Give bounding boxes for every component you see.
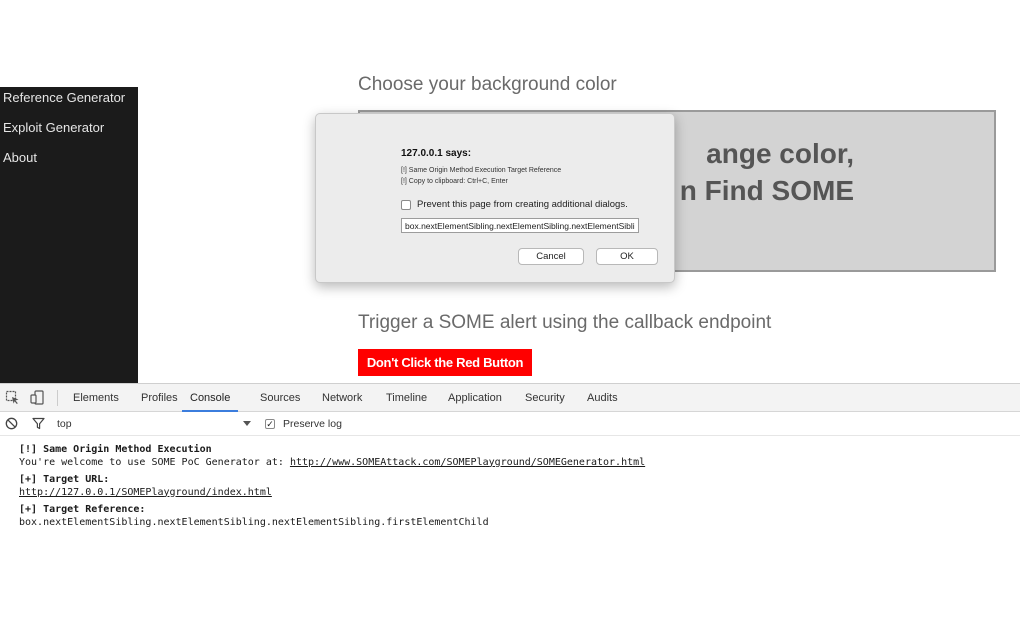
tab-profiles[interactable]: Profiles: [141, 384, 178, 412]
console-line: box.nextElementSibling.nextElementSiblin…: [19, 516, 489, 528]
console-line: [+] Target Reference:: [19, 504, 146, 515]
page-heading-container: Choose your background color: [358, 72, 688, 94]
inspect-element-icon[interactable]: [5, 390, 20, 405]
console-filter-bar: top ✓ Preserve log: [0, 412, 1020, 436]
chevron-down-icon[interactable]: [243, 421, 251, 426]
prevent-dialogs-label: Prevent this page from creating addition…: [417, 199, 628, 210]
browser-window: Reference Generator Exploit Generator Ab…: [0, 0, 1020, 638]
tab-sources[interactable]: Sources: [260, 384, 300, 412]
preserve-log-label: Preserve log: [283, 418, 342, 430]
context-selector[interactable]: top: [57, 418, 72, 430]
dialog-message-line-2: [!] Copy to clipboard: Ctrl+C, Enter: [401, 178, 508, 185]
devtools-toolbar: Elements Profiles Console Sources Networ…: [0, 384, 1020, 412]
filter-icon[interactable]: [32, 417, 45, 430]
alert-dialog: 127.0.0.1 says: [!] Same Origin Method E…: [315, 113, 675, 283]
tab-security[interactable]: Security: [525, 384, 565, 412]
tab-console[interactable]: Console: [182, 384, 239, 412]
preserve-log-checkbox[interactable]: ✓: [265, 419, 275, 429]
devtools-panel: Elements Profiles Console Sources Networ…: [0, 383, 1020, 638]
dialog-ok-button[interactable]: OK: [596, 248, 658, 265]
console-line: [+] Target URL:: [19, 474, 110, 485]
sidebar-item-reference-generator[interactable]: Reference Generator: [3, 90, 125, 105]
page-heading: Choose your background color: [358, 74, 617, 94]
clear-console-icon[interactable]: [5, 417, 18, 430]
tab-application[interactable]: Application: [448, 384, 502, 412]
target-url-link[interactable]: http://127.0.0.1/SOMEPlayground/index.ht…: [19, 487, 272, 498]
generator-link[interactable]: http://www.SOMEAttack.com/SOMEPlayground…: [290, 457, 645, 468]
device-mode-icon[interactable]: [30, 390, 45, 405]
sidebar: Reference Generator Exploit Generator Ab…: [0, 87, 138, 383]
sidebar-item-about[interactable]: About: [3, 150, 37, 165]
tab-audits[interactable]: Audits: [587, 384, 618, 412]
console-line: You're welcome to use SOME PoC Generator…: [19, 457, 645, 470]
toolbar-divider: [57, 390, 58, 406]
dialog-message-line-1: [!] Same Origin Method Execution Target …: [401, 167, 562, 174]
dialog-cancel-button[interactable]: Cancel: [518, 248, 584, 265]
tab-elements[interactable]: Elements: [73, 384, 119, 412]
console-output: [!] Same Origin Method Execution You're …: [19, 444, 645, 529]
tab-timeline[interactable]: Timeline: [386, 384, 427, 412]
console-line: [!] Same Origin Method Execution: [19, 444, 212, 455]
red-button[interactable]: Don't Click the Red Button: [358, 349, 532, 376]
dialog-title: 127.0.0.1 says:: [401, 148, 472, 159]
tab-network[interactable]: Network: [322, 384, 362, 412]
sidebar-item-exploit-generator[interactable]: Exploit Generator: [3, 120, 104, 135]
trigger-text: Trigger a SOME alert using the callback …: [358, 312, 772, 333]
dialog-reference-input[interactable]: [401, 218, 639, 233]
console-text: You're welcome to use SOME PoC Generator…: [19, 456, 290, 468]
prevent-dialogs-checkbox[interactable]: [401, 200, 411, 210]
